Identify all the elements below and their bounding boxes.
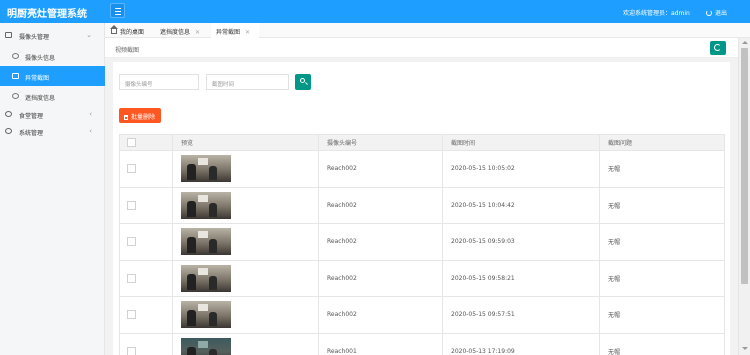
camera-number-cell: Reach001 xyxy=(318,332,443,355)
home-icon xyxy=(110,25,118,34)
breadcrumb-bar: 视频截图 xyxy=(105,38,738,58)
screenshot-thumbnail[interactable] xyxy=(181,264,231,292)
refresh-button[interactable] xyxy=(710,41,726,55)
top-header: 明厨亮灶管理系统 欢迎系统管理员：admin 退出 xyxy=(0,0,750,23)
screenshot-time-input[interactable]: 截图时间 xyxy=(206,74,289,90)
close-icon[interactable]: ✕ xyxy=(195,29,200,36)
screenshot-table: 预览 摄像头编号 截图时间 截图问题 Reach002 2020-05-15 1… xyxy=(119,134,725,355)
gear-icon xyxy=(5,128,12,134)
tab-my-desktop[interactable]: 我的桌面 xyxy=(110,23,144,38)
close-icon[interactable]: ✕ xyxy=(245,29,250,36)
select-all-checkbox[interactable] xyxy=(127,138,136,147)
table-row: Reach002 2020-05-15 10:05:02 无帽 xyxy=(119,150,725,188)
user-icon xyxy=(5,111,12,117)
camera-number-cell: Reach002 xyxy=(318,223,443,261)
row-checkbox[interactable] xyxy=(127,310,136,320)
scroll-up-icon[interactable] xyxy=(742,41,748,44)
sidebar: 摄像头管理 ⌄ 摄像头信息 异常截图 遮挡度信息 食堂管理 ‹ 系统管理 ‹ xyxy=(0,23,105,355)
screenshot-time-cell: 2020-05-15 09:58:21 xyxy=(442,259,600,297)
batch-delete-button[interactable]: 批量删除 xyxy=(119,108,161,123)
column-header-camera: 摄像头编号 xyxy=(318,134,443,151)
screenshot-time-cell: 2020-05-15 09:57:51 xyxy=(442,296,600,334)
menu-icon xyxy=(115,8,121,9)
table-row: Reach001 2020-05-13 17:19:09 无帽 xyxy=(119,332,725,355)
row-checkbox[interactable] xyxy=(127,164,136,174)
sidebar-group-camera[interactable]: 摄像头管理 ⌄ xyxy=(0,26,105,46)
camera-number-cell: Reach002 xyxy=(318,259,443,297)
search-icon xyxy=(300,78,305,83)
trash-icon xyxy=(124,115,128,120)
sidebar-group-system[interactable]: 系统管理 ‹ xyxy=(0,122,105,142)
table-row: Reach002 2020-05-15 09:59:03 无帽 xyxy=(119,223,725,261)
vertical-scrollbar[interactable] xyxy=(738,38,750,355)
app-title: 明厨亮灶管理系统 xyxy=(7,9,87,20)
screenshot-time-cell: 2020-05-15 09:59:03 xyxy=(442,223,600,261)
screenshot-thumbnail[interactable] xyxy=(181,228,231,256)
row-checkbox[interactable] xyxy=(127,237,136,247)
refresh-icon xyxy=(714,44,721,51)
screenshot-time-cell: 2020-05-15 10:04:42 xyxy=(442,186,600,224)
row-checkbox[interactable] xyxy=(127,200,136,210)
screenshot-thumbnail[interactable] xyxy=(181,337,231,355)
screenshot-thumbnail[interactable] xyxy=(181,191,231,219)
issue-cell: 无帽 xyxy=(599,332,725,355)
camera-number-cell: Reach002 xyxy=(318,150,443,188)
tab-bar: 我的桌面 遮挡度信息 ✕ 异常截图 ✕ xyxy=(105,23,750,38)
issue-cell: 无帽 xyxy=(599,150,725,188)
scrollbar-thumb[interactable] xyxy=(741,48,748,284)
breadcrumb: 视频截图 xyxy=(115,47,140,54)
chevron-down-icon: ⌄ xyxy=(86,31,92,39)
main-content: 摄像头编号 截图时间 批量删除 预览 摄像头编号 截图时间 截图问题 Reach… xyxy=(105,58,738,355)
chevron-left-icon: ‹ xyxy=(89,110,92,118)
table-row: Reach002 2020-05-15 10:04:42 无帽 xyxy=(119,186,725,224)
chevron-left-icon: ‹ xyxy=(89,127,92,135)
issue-cell: 无帽 xyxy=(599,223,725,261)
row-checkbox[interactable] xyxy=(127,273,136,283)
hand-icon xyxy=(12,93,19,99)
image-icon xyxy=(12,73,19,79)
issue-cell: 无帽 xyxy=(599,259,725,297)
table-row: Reach002 2020-05-15 09:57:51 无帽 xyxy=(119,296,725,334)
table-row: Reach002 2020-05-15 09:58:21 无帽 xyxy=(119,259,725,297)
content-card: 摄像头编号 截图时间 批量删除 预览 摄像头编号 截图时间 截图问题 Reach… xyxy=(113,62,730,355)
tab-abnormal-screenshot[interactable]: 异常截图 ✕ xyxy=(211,23,259,38)
sidebar-item-abnormal-screenshot[interactable]: 异常截图 xyxy=(0,66,105,86)
logout-button[interactable]: 退出 xyxy=(706,8,727,17)
tab-occlusion-info[interactable]: 遮挡度信息 ✕ xyxy=(160,23,200,38)
welcome-text: 欢迎系统管理员：admin xyxy=(623,10,690,17)
camera-number-cell: Reach002 xyxy=(318,296,443,334)
column-header-preview: 预览 xyxy=(172,134,319,151)
column-header-issue: 截图问题 xyxy=(599,134,725,151)
logout-label: 退出 xyxy=(715,10,728,17)
row-checkbox[interactable] xyxy=(127,346,136,355)
screenshot-thumbnail[interactable] xyxy=(181,155,231,183)
table-header-row: 预览 摄像头编号 截图时间 截图问题 xyxy=(119,134,725,151)
video-icon xyxy=(5,32,12,38)
column-header-time: 截图时间 xyxy=(442,134,600,151)
sidebar-item-camera-info[interactable]: 摄像头信息 xyxy=(0,46,105,66)
screenshot-time-cell: 2020-05-15 10:05:02 xyxy=(442,150,600,188)
search-button[interactable] xyxy=(295,74,311,90)
screenshot-time-cell: 2020-05-13 17:19:09 xyxy=(442,332,600,355)
power-icon xyxy=(706,10,712,16)
camera-number-input[interactable]: 摄像头编号 xyxy=(119,74,199,90)
issue-cell: 无帽 xyxy=(599,296,725,334)
menu-toggle-button[interactable] xyxy=(110,3,125,18)
scroll-down-icon[interactable] xyxy=(742,347,748,350)
issue-cell: 无帽 xyxy=(599,186,725,224)
eye-icon xyxy=(12,53,19,59)
camera-number-cell: Reach002 xyxy=(318,186,443,224)
screenshot-thumbnail[interactable] xyxy=(181,301,231,329)
sidebar-item-occlusion-info[interactable]: 遮挡度信息 xyxy=(0,86,105,106)
